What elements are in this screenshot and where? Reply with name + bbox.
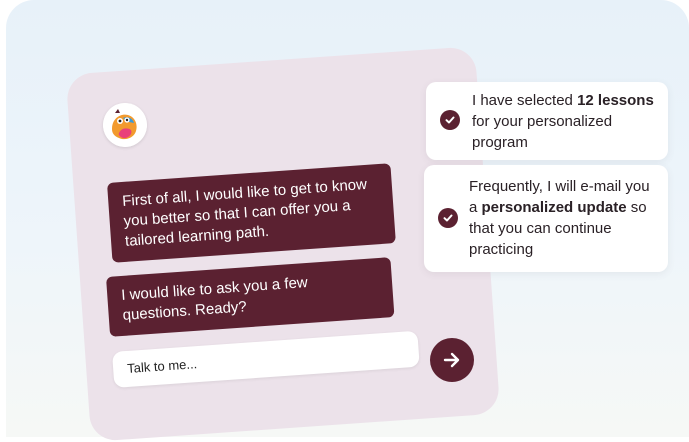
arrow-right-icon — [443, 352, 460, 368]
check-circle-icon — [438, 208, 458, 228]
notification-text: Frequently, I will e-mail you a personal… — [469, 178, 650, 258]
send-button[interactable] — [430, 338, 474, 382]
check-circle-icon — [440, 110, 460, 130]
notification-card: Frequently, I will e-mail you a personal… — [424, 165, 668, 272]
bot-mascot-icon — [103, 103, 147, 147]
notification-text: I have selected 12 lessons for your pers… — [472, 92, 654, 151]
notification-card: I have selected 12 lessons for your pers… — [426, 82, 668, 160]
